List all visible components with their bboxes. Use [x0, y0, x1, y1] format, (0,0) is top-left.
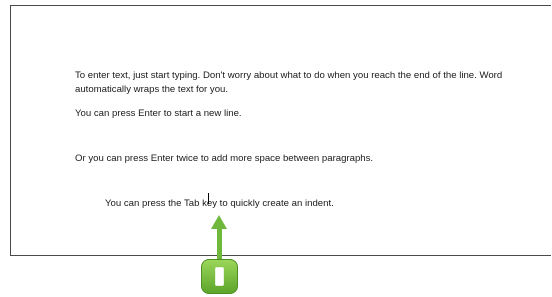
- document-page[interactable]: To enter text, just start typing. Don't …: [10, 5, 551, 256]
- paragraph-1[interactable]: To enter text, just start typing. Don't …: [75, 69, 525, 97]
- badge-bar-icon: [215, 267, 224, 286]
- step-one-badge-icon: [201, 259, 238, 294]
- paragraph-4-indented[interactable]: You can press the Tab key to quickly cre…: [105, 197, 552, 211]
- paragraph-3[interactable]: Or you can press Enter twice to add more…: [75, 152, 525, 166]
- callout-pointer-line: [217, 227, 222, 263]
- paragraph-2[interactable]: You can press Enter to start a new line.: [75, 107, 525, 121]
- text-cursor: [208, 193, 209, 204]
